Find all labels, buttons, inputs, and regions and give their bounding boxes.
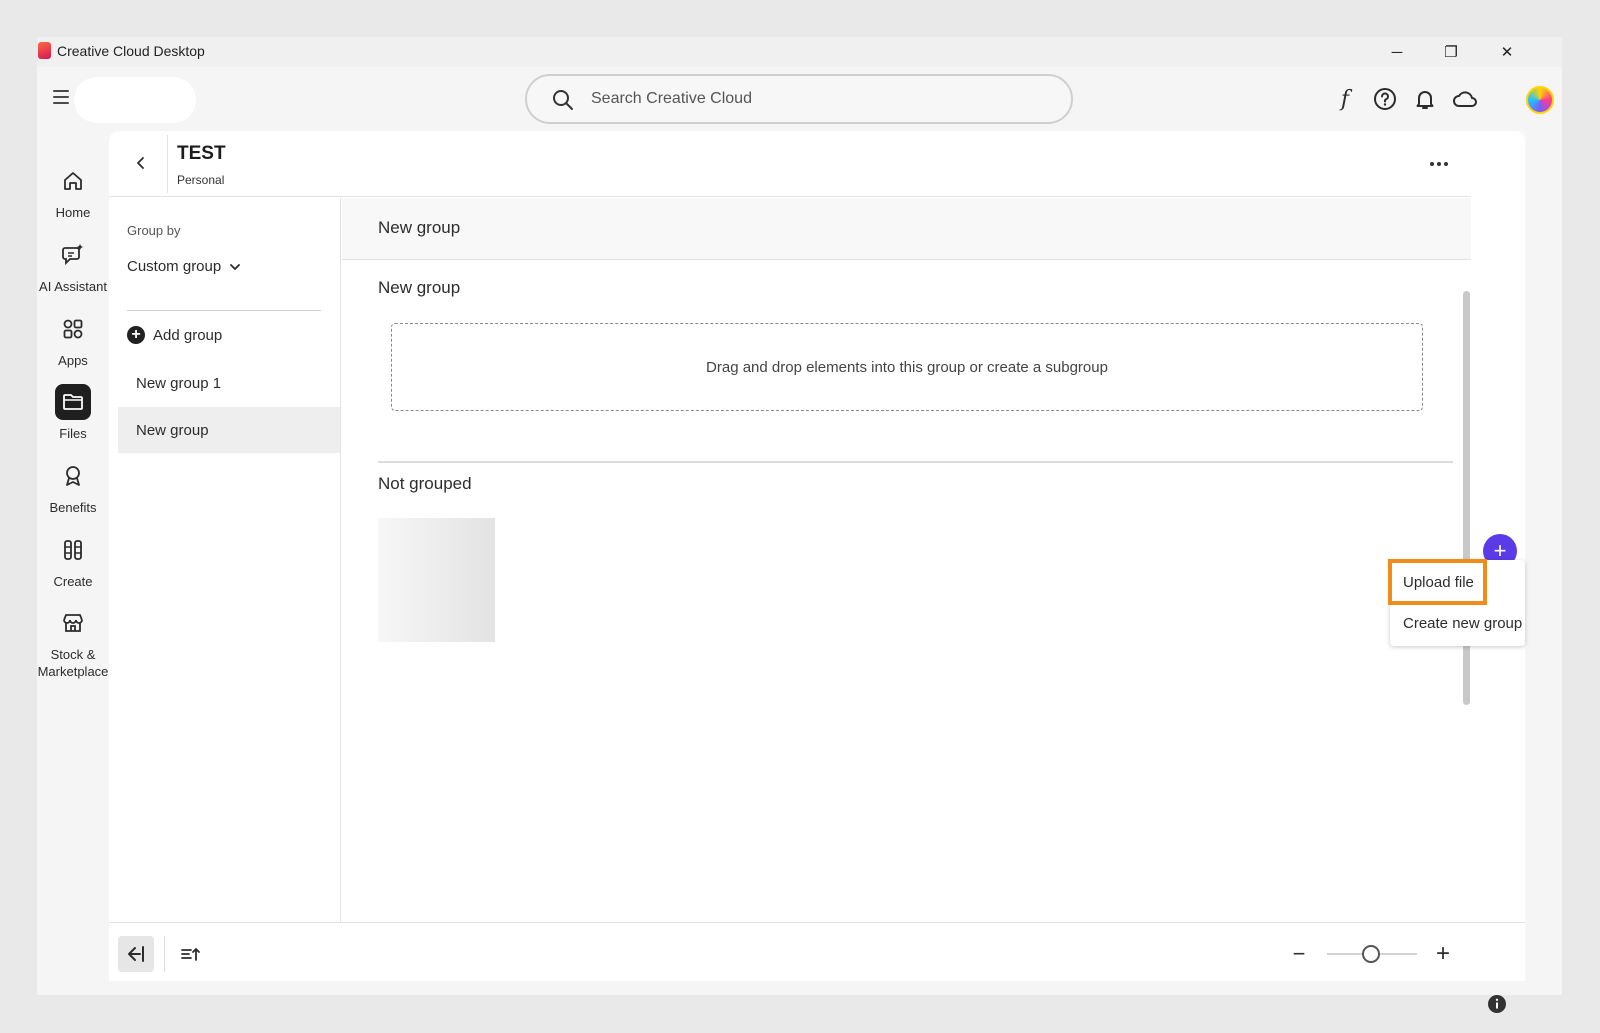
zoom-in-button[interactable]: + [1425,936,1461,972]
top-bar: f [37,67,1562,131]
group-sidebar: Group by Custom group + Add group New gr… [109,198,341,925]
not-grouped-title: Not grouped [378,474,472,493]
nav-item-benefits[interactable]: Benefits [37,458,109,516]
add-group-label: Add group [153,326,223,344]
hamburger-menu-icon[interactable] [53,90,69,104]
nav-item-create[interactable]: Create [37,532,109,590]
help-icon[interactable] [1371,85,1399,113]
toolbar-divider [164,936,165,972]
group-header: New group [342,198,1471,260]
nav-label-stock-marketplace: Stock & Marketplace [37,647,109,679]
menu-item-upload-file[interactable]: Upload file [1388,559,1487,605]
nav-item-ai-assistant[interactable]: AI Assistant [37,237,109,295]
file-thumbnail[interactable] [378,518,495,642]
app-window: Creative Cloud Desktop ─ ❐ ✕ f Home [37,37,1562,1013]
sort-button[interactable] [173,936,209,972]
window-title: Creative Cloud Desktop [57,43,205,59]
sidebar-item-new-group-1[interactable]: New group 1 [118,360,340,406]
nav-item-apps[interactable]: Apps [37,311,109,369]
sidebar-divider [127,310,321,311]
group-by-value: Custom group [127,258,222,275]
chevron-left-icon [137,157,144,169]
info-icon[interactable] [1487,994,1507,1014]
header-divider [167,135,168,193]
add-context-menu: Create new group Upload file [1388,559,1525,646]
nav-item-files[interactable]: Files [37,384,109,442]
group-by-dropdown[interactable]: Custom group [127,258,241,275]
nav-item-stock-marketplace[interactable]: Stock & Marketplace [37,605,109,680]
search-icon [553,90,573,110]
award-icon [55,458,91,494]
add-circle-icon: + [127,326,145,344]
minimize-button[interactable]: ─ [1370,37,1424,67]
collapse-sidebar-button[interactable] [118,936,154,972]
folder-icon [55,384,91,420]
group-header-title: New group [378,218,461,237]
group-content: New group New group Drag and drop elemen… [342,198,1471,925]
section-divider [378,461,1453,463]
nav-item-home[interactable]: Home [37,163,109,221]
menu-item-create-new-group[interactable]: Create new group [1390,605,1525,641]
chevron-down-icon [230,263,241,270]
nav-label-benefits: Benefits [49,500,97,515]
profile-switcher[interactable] [74,77,196,123]
group-section-title: New group [378,278,461,297]
page-title: TEST [177,143,226,164]
back-button[interactable] [129,151,153,175]
zoom-out-button[interactable]: − [1281,936,1317,972]
panel-header: TEST Personal [109,131,1471,197]
collapse-left-icon [128,946,144,962]
fonts-icon[interactable]: f [1331,85,1359,113]
search-input[interactable] [591,86,1041,112]
avatar[interactable] [1526,86,1554,114]
drop-zone[interactable]: Drag and drop elements into this group o… [391,323,1423,411]
ai-assistant-icon [55,237,91,273]
nav-label-ai-assistant: AI Assistant [39,279,107,294]
creative-cloud-logo-icon [38,42,51,59]
bottom-toolbar: − + [109,922,1525,980]
notifications-bell-icon[interactable] [1411,85,1439,113]
nav-label-files: Files [59,426,87,441]
create-icon [55,532,91,568]
close-button[interactable]: ✕ [1480,37,1534,67]
store-icon [55,605,91,641]
maximize-button[interactable]: ❐ [1424,37,1478,67]
files-panel: TEST Personal Group by Custom group + Ad… [109,131,1525,981]
left-navigation: Home AI Assistant Apps Files Benefits Cr… [37,131,109,995]
group-by-label: Group by [127,223,181,238]
nav-label-create: Create [53,574,93,589]
sidebar-item-new-group[interactable]: New group [118,407,340,453]
zoom-slider-handle[interactable] [1362,945,1380,963]
nav-label-apps: Apps [58,353,88,368]
search-bar[interactable] [525,74,1073,124]
page-subtitle: Personal [177,173,225,187]
title-bar: Creative Cloud Desktop ─ ❐ ✕ [37,37,1562,67]
more-options-icon[interactable] [1426,151,1452,177]
home-icon [55,163,91,199]
sort-icon [181,948,200,961]
cloud-sync-icon[interactable] [1451,85,1479,113]
add-group-button[interactable]: + Add group [127,324,222,346]
apps-icon [55,311,91,347]
nav-label-home: Home [55,205,91,220]
